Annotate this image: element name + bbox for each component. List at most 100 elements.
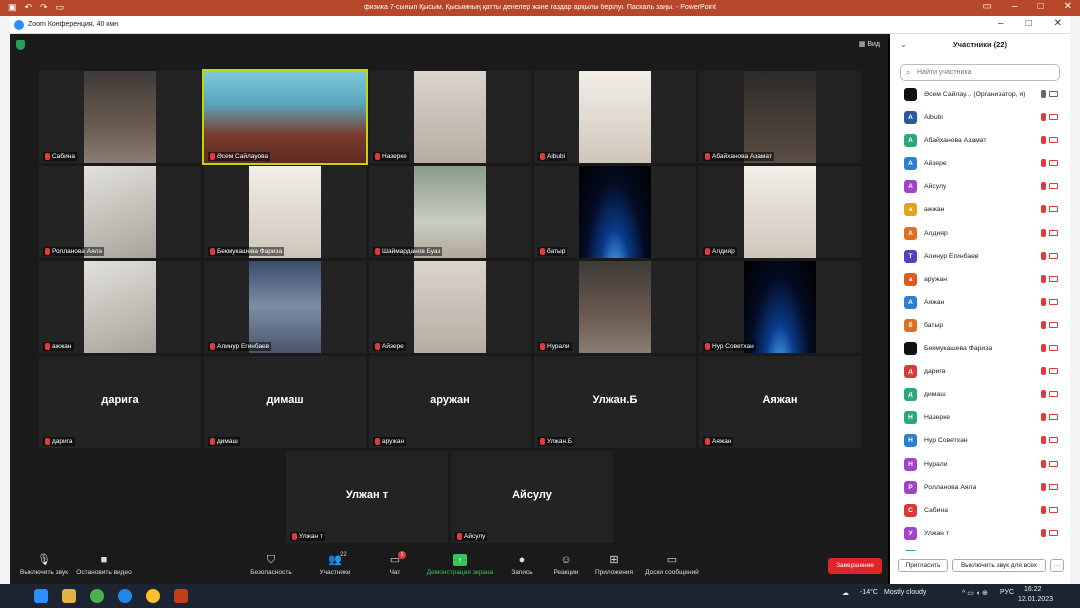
ribbon-options-icon[interactable]: ▭ bbox=[983, 1, 992, 12]
muted-microphone-icon[interactable] bbox=[1041, 528, 1046, 537]
video-off-icon[interactable] bbox=[1049, 483, 1058, 490]
clock-date[interactable]: 12.01.2023 bbox=[1018, 596, 1053, 603]
video-tile[interactable]: Әсем Сайлауова bbox=[202, 69, 368, 165]
muted-microphone-icon[interactable] bbox=[1041, 297, 1046, 306]
video-tile[interactable]: Шаймарданов Буаз bbox=[369, 166, 531, 258]
video-tile[interactable]: Нур Советхан bbox=[699, 261, 861, 353]
video-tile[interactable]: дарига дарига bbox=[39, 356, 201, 448]
video-tile[interactable]: Ролланова Аяла bbox=[39, 166, 201, 258]
participant-row[interactable]: б батыр bbox=[890, 315, 1070, 338]
video-off-icon[interactable] bbox=[1049, 275, 1058, 282]
file-explorer-icon[interactable] bbox=[62, 589, 76, 603]
share-screen-button[interactable]: ↑ Демонстрация экрана bbox=[424, 554, 496, 576]
video-off-icon[interactable] bbox=[1049, 506, 1058, 513]
video-off-icon[interactable] bbox=[1049, 345, 1058, 352]
video-off-icon[interactable] bbox=[1049, 206, 1058, 213]
video-off-icon[interactable] bbox=[1049, 321, 1058, 328]
video-off-icon[interactable] bbox=[1049, 437, 1058, 444]
muted-microphone-icon[interactable] bbox=[1041, 436, 1046, 445]
video-tile[interactable]: Назерке bbox=[369, 71, 531, 163]
powerpoint-icon[interactable] bbox=[174, 589, 188, 603]
mute-button[interactable]: 🎙 Выключить звук bbox=[12, 554, 76, 576]
participant-row[interactable]: А Айсулу bbox=[890, 176, 1070, 199]
participant-row[interactable]: Н Назерке bbox=[890, 407, 1070, 430]
video-off-icon[interactable] bbox=[1049, 414, 1058, 421]
video-off-icon[interactable] bbox=[1049, 529, 1058, 536]
muted-microphone-icon[interactable] bbox=[1041, 459, 1046, 468]
video-tile[interactable]: ажжан bbox=[39, 261, 201, 353]
more-options-button[interactable]: ··· bbox=[1050, 559, 1064, 572]
record-button[interactable]: ● Запись bbox=[506, 554, 538, 576]
participant-search-input[interactable]: ⌕ Найти участника bbox=[900, 64, 1060, 81]
chrome-icon-2[interactable] bbox=[146, 589, 160, 603]
invite-button[interactable]: Пригласить bbox=[898, 559, 948, 572]
muted-microphone-icon[interactable] bbox=[1041, 159, 1046, 168]
close-icon[interactable]: ✕ bbox=[1054, 18, 1062, 29]
maximize-icon[interactable]: □ bbox=[1038, 1, 1044, 12]
muted-microphone-icon[interactable] bbox=[1041, 113, 1046, 122]
participant-row[interactable]: а аружан bbox=[890, 269, 1070, 292]
participant-row[interactable]: а ажжан bbox=[890, 199, 1070, 222]
security-button[interactable]: ⛉ Безопасность bbox=[246, 554, 296, 576]
participant-row[interactable]: Н Нур Советхан bbox=[890, 430, 1070, 453]
unmute-all-button[interactable]: Выключить звук для всех bbox=[952, 559, 1046, 572]
participant-row[interactable]: Т Алинур Егинбаев bbox=[890, 246, 1070, 269]
video-tile[interactable]: Аяжан Аяжан bbox=[699, 356, 861, 448]
participant-row[interactable]: А Алдияр bbox=[890, 223, 1070, 246]
video-tile[interactable]: Айзере bbox=[369, 261, 531, 353]
reactions-button[interactable]: ☺ Реакции bbox=[550, 554, 582, 576]
video-off-icon[interactable] bbox=[1049, 229, 1058, 236]
video-off-icon[interactable] bbox=[1049, 460, 1058, 467]
participant-row[interactable]: A Aibubi bbox=[890, 107, 1070, 130]
participant-row[interactable]: А Айзере bbox=[890, 153, 1070, 176]
muted-microphone-icon[interactable] bbox=[1041, 320, 1046, 329]
video-off-icon[interactable] bbox=[1049, 368, 1058, 375]
edge-icon[interactable] bbox=[118, 589, 132, 603]
video-tile[interactable]: Сабина bbox=[39, 71, 201, 163]
end-meeting-button[interactable]: Завершение bbox=[828, 558, 882, 574]
video-tile[interactable]: Aibubi bbox=[534, 71, 696, 163]
clock-time[interactable]: 16:22 bbox=[1024, 586, 1042, 593]
video-tile[interactable]: Нурали bbox=[534, 261, 696, 353]
apps-button[interactable]: ⊞ Приложения bbox=[592, 554, 636, 576]
weather-temp[interactable]: -14°C bbox=[860, 589, 878, 596]
muted-microphone-icon[interactable] bbox=[1041, 505, 1046, 514]
language-indicator[interactable]: РУС bbox=[1000, 589, 1014, 596]
view-button[interactable]: ▦ Вид bbox=[859, 40, 880, 48]
participant-row[interactable]: Р Ролланова Аяла bbox=[890, 477, 1070, 500]
video-off-icon[interactable] bbox=[1049, 252, 1058, 259]
microphone-icon[interactable] bbox=[1041, 90, 1046, 98]
zoom-taskbar-icon[interactable] bbox=[34, 589, 48, 603]
encryption-shield-icon[interactable] bbox=[16, 40, 25, 50]
video-camera-icon[interactable] bbox=[1049, 91, 1058, 97]
participant-row[interactable]: У Улжан т bbox=[890, 523, 1070, 546]
video-tile[interactable]: Бекмукашева Фариза bbox=[204, 166, 366, 258]
whiteboard-button[interactable]: ▭ Доски сообщений bbox=[642, 554, 702, 576]
tray-icons[interactable]: ^ ▭ ◖ ⊕ bbox=[962, 589, 988, 597]
muted-microphone-icon[interactable] bbox=[1041, 390, 1046, 399]
participant-row[interactable]: д димаш bbox=[890, 384, 1070, 407]
video-off-icon[interactable] bbox=[1049, 137, 1058, 144]
minimize-icon[interactable]: – bbox=[1012, 1, 1018, 12]
maximize-icon[interactable]: □ bbox=[1026, 18, 1032, 29]
muted-microphone-icon[interactable] bbox=[1041, 205, 1046, 214]
muted-microphone-icon[interactable] bbox=[1041, 367, 1046, 376]
muted-microphone-icon[interactable] bbox=[1041, 136, 1046, 145]
muted-microphone-icon[interactable] bbox=[1041, 413, 1046, 422]
weather-desc[interactable]: Mostly cloudy bbox=[884, 589, 926, 596]
muted-microphone-icon[interactable] bbox=[1041, 482, 1046, 491]
muted-microphone-icon[interactable] bbox=[1041, 251, 1046, 260]
muted-microphone-icon[interactable] bbox=[1041, 344, 1046, 353]
participant-row[interactable]: А Аяжан bbox=[890, 292, 1070, 315]
participant-row[interactable] bbox=[890, 546, 1070, 551]
chrome-icon[interactable] bbox=[90, 589, 104, 603]
video-tile[interactable]: Улжан.Б Улжан.Б bbox=[534, 356, 696, 448]
chat-button[interactable]: ▭ 1 Чат bbox=[380, 551, 410, 576]
participant-row[interactable]: Бекмукашева Фариза bbox=[890, 338, 1070, 361]
video-off-icon[interactable] bbox=[1049, 183, 1058, 190]
video-off-icon[interactable] bbox=[1049, 114, 1058, 121]
participant-row[interactable]: Әсем Сайлау... (Организатор, я) bbox=[890, 84, 1070, 107]
video-off-icon[interactable] bbox=[1049, 160, 1058, 167]
minimize-icon[interactable]: – bbox=[998, 18, 1004, 29]
close-icon[interactable]: ✕ bbox=[1064, 1, 1072, 12]
